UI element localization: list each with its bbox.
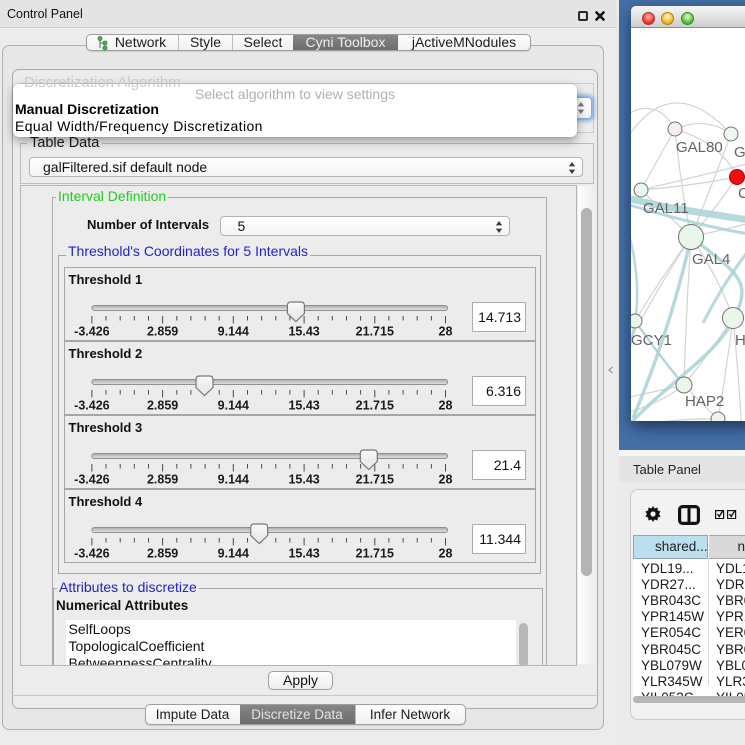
svg-text:21.715: 21.715 — [355, 325, 393, 339]
svg-text:28: 28 — [438, 399, 452, 413]
svg-text:GAL11: GAL11 — [643, 200, 689, 217]
svg-text:21.715: 21.715 — [355, 473, 393, 487]
svg-text:15.43: 15.43 — [288, 399, 319, 413]
svg-text:H: H — [735, 332, 745, 349]
svg-text:28: 28 — [438, 473, 452, 487]
svg-text:-3.426: -3.426 — [74, 547, 109, 561]
svg-text:9.144: 9.144 — [217, 547, 248, 561]
svg-text:21.715: 21.715 — [355, 399, 393, 413]
svg-text:2.859: 2.859 — [146, 325, 177, 339]
svg-text:2.859: 2.859 — [146, 473, 177, 487]
svg-text:9.144: 9.144 — [217, 399, 248, 413]
svg-text:9.144: 9.144 — [217, 473, 248, 487]
svg-text:21.715: 21.715 — [355, 547, 393, 561]
svg-text:C: C — [738, 185, 745, 202]
svg-text:2.859: 2.859 — [146, 399, 177, 413]
svg-text:15.43: 15.43 — [288, 473, 319, 487]
svg-text:HAP2: HAP2 — [685, 393, 724, 410]
svg-text:-3.426: -3.426 — [74, 399, 109, 413]
svg-text:9.144: 9.144 — [217, 325, 248, 339]
svg-text:GCY1: GCY1 — [631, 332, 672, 349]
svg-text:-3.426: -3.426 — [74, 325, 109, 339]
svg-text:15.43: 15.43 — [288, 325, 319, 339]
svg-text:-3.426: -3.426 — [74, 473, 109, 487]
svg-text:2.859: 2.859 — [146, 547, 177, 561]
svg-text:GAL80: GAL80 — [676, 139, 723, 156]
svg-text:15.43: 15.43 — [288, 547, 319, 561]
svg-text:28: 28 — [438, 547, 452, 561]
svg-text:GAL4: GAL4 — [692, 251, 730, 268]
svg-text:28: 28 — [438, 325, 452, 339]
svg-text:GA: GA — [734, 144, 745, 161]
